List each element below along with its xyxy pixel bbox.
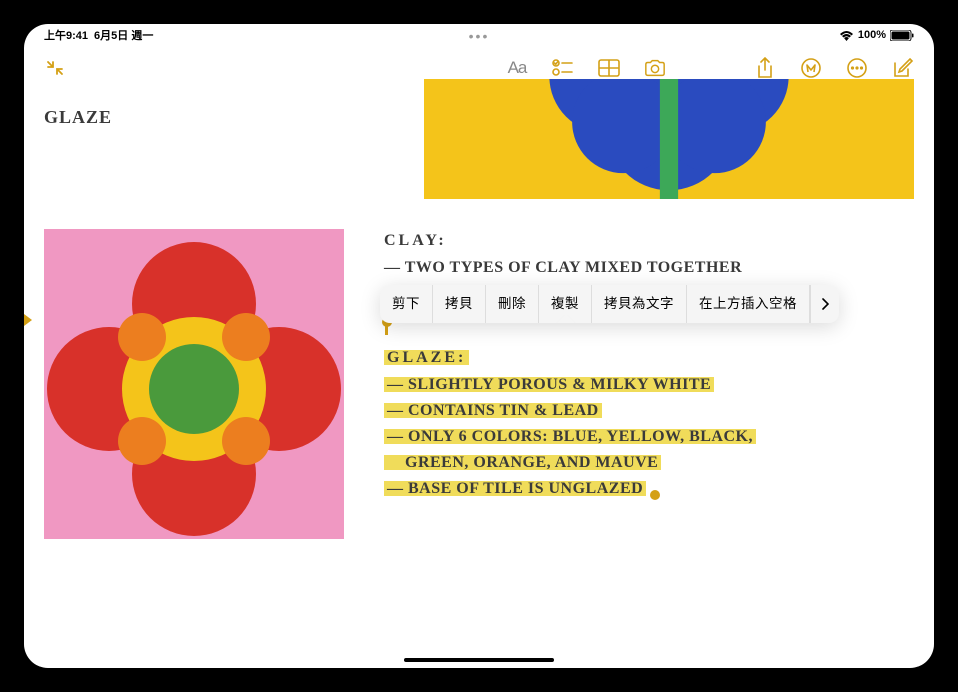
glaze-handwriting-label: GLAZE <box>44 79 404 199</box>
pink-flower-drawing[interactable] <box>44 229 344 539</box>
compose-icon[interactable] <box>892 57 914 79</box>
context-menu-copy-as-text[interactable]: 拷貝為文字 <box>592 285 687 323</box>
context-menu-duplicate[interactable]: 複製 <box>539 285 592 323</box>
battery-icon <box>890 30 914 41</box>
status-left: 上午9:41 6月5日 週一 <box>44 27 153 43</box>
glaze-selected-block: GLAZE: — SLIGHTLY POROUS & MILKY WHITE —… <box>384 346 914 501</box>
status-time: 上午9:41 <box>44 27 88 43</box>
context-menu-insert-space-above[interactable]: 在上方插入空格 <box>687 285 810 323</box>
glaze-line-3b: GREEN, ORANGE, AND MAUVE <box>384 453 661 472</box>
screen: 上午9:41 6月5日 週一 100% ••• A <box>24 24 934 668</box>
selection-end-handle[interactable] <box>650 490 660 500</box>
share-icon[interactable] <box>754 57 776 79</box>
collapse-icon[interactable] <box>44 57 66 79</box>
status-battery-percent: 100% <box>858 29 886 41</box>
status-right: 100% <box>839 29 914 41</box>
status-bar: 上午9:41 6月5日 週一 100% <box>24 24 934 46</box>
markup-icon[interactable] <box>800 57 822 79</box>
home-indicator[interactable] <box>404 658 554 662</box>
note-content[interactable]: GLAZE <box>24 64 934 668</box>
context-menu-delete[interactable]: 刪除 <box>486 285 539 323</box>
toolbar: ••• Aa <box>24 48 934 88</box>
side-indicator-icon[interactable] <box>24 314 32 326</box>
context-menu-cut[interactable]: 剪下 <box>380 285 433 323</box>
text-format-icon[interactable]: Aa <box>506 57 528 79</box>
table-icon[interactable] <box>598 57 620 79</box>
camera-icon[interactable] <box>644 57 666 79</box>
glaze-heading: GLAZE: <box>384 348 469 367</box>
context-menu-more-icon[interactable] <box>810 285 839 323</box>
glaze-line-4: — BASE OF TILE IS UNGLAZED <box>384 479 646 498</box>
top-flower-drawing[interactable] <box>424 79 914 199</box>
glaze-line-1: — SLIGHTLY POROUS & MILKY WHITE <box>384 375 714 394</box>
wifi-icon <box>839 30 854 41</box>
handwritten-text-column[interactable]: CLAY: — TWO TYPES OF CLAY MIXED TOGETHER… <box>384 229 914 539</box>
ipad-frame: 上午9:41 6月5日 週一 100% ••• A <box>0 0 958 692</box>
context-menu: 剪下 拷貝 刪除 複製 拷貝為文字 在上方插入空格 <box>380 285 839 323</box>
status-date: 6月5日 週一 <box>94 27 153 43</box>
clay-line-1: — TWO TYPES OF CLAY MIXED TOGETHER <box>384 256 914 280</box>
glaze-line-2: — CONTAINS TIN & LEAD <box>384 401 602 420</box>
more-icon[interactable] <box>846 57 868 79</box>
checklist-icon[interactable] <box>552 57 574 79</box>
glaze-line-3: — ONLY 6 COLORS: BLUE, YELLOW, BLACK, <box>384 427 756 446</box>
clay-heading: CLAY: <box>384 229 914 253</box>
context-menu-copy[interactable]: 拷貝 <box>433 285 486 323</box>
